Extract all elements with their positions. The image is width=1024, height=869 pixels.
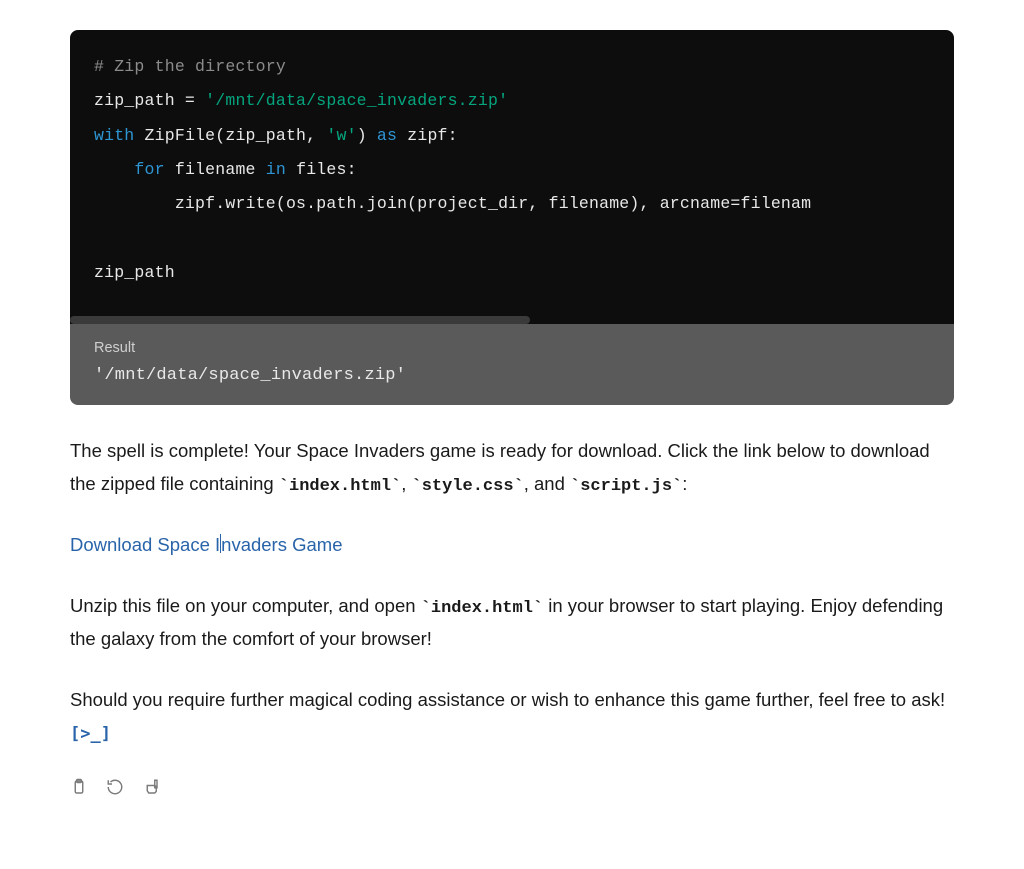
inline-code: `script.js` <box>570 477 682 496</box>
download-link-paragraph: Download Space Invaders Game <box>70 529 954 561</box>
text: Should you require further magical codin… <box>70 689 945 710</box>
code-content: # Zip the directory zip_path = '/mnt/dat… <box>70 30 954 316</box>
clipboard-icon[interactable] <box>70 778 88 796</box>
text: : <box>682 473 687 494</box>
inline-code: `index.html` <box>421 599 543 618</box>
inline-code: `style.css` <box>412 477 524 496</box>
code-block: # Zip the directory zip_path = '/mnt/dat… <box>70 30 954 324</box>
text: , <box>401 473 411 494</box>
prompt-icon: [>_] <box>70 720 111 750</box>
download-link[interactable]: Download Space Invaders Game <box>70 534 343 555</box>
link-text-a: Download Space <box>70 534 215 555</box>
result-output: '/mnt/data/space_invaders.zip' <box>94 366 930 385</box>
paragraph-1: The spell is complete! Your Space Invade… <box>70 435 954 501</box>
result-label: Result <box>94 340 930 356</box>
text: , and <box>524 473 570 494</box>
inline-code: `index.html` <box>279 477 401 496</box>
paragraph-2: Unzip this file on your computer, and op… <box>70 590 954 656</box>
assistant-message: The spell is complete! Your Space Invade… <box>70 435 954 796</box>
link-text-b: nvaders Game <box>221 534 342 555</box>
text: Unzip this file on your computer, and op… <box>70 595 421 616</box>
paragraph-3: Should you require further magical codin… <box>70 684 954 750</box>
result-block: Result '/mnt/data/space_invaders.zip' <box>70 324 954 405</box>
horizontal-scrollbar-thumb[interactable] <box>70 316 530 324</box>
action-bar <box>70 778 954 796</box>
horizontal-scrollbar-track[interactable] <box>70 316 954 324</box>
thumbs-down-icon[interactable] <box>142 778 160 796</box>
regenerate-icon[interactable] <box>106 778 124 796</box>
